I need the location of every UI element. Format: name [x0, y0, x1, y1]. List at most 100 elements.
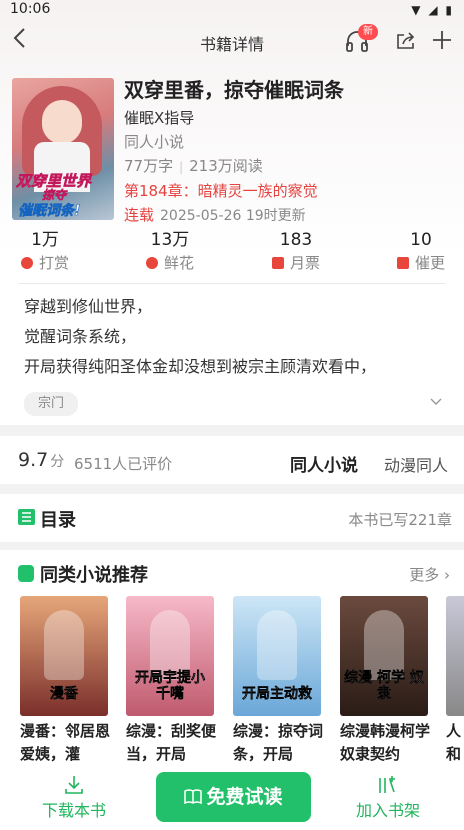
recommendation-section: 同类小说推荐 更多 › 漫香 漫番：邻居恩爱姨，灌 开局宇提小千嘴 综漫：刮奖便…	[0, 550, 464, 770]
cover-title-3: 催眠词条!	[18, 203, 81, 220]
recommended-book[interactable]: 人和	[446, 596, 464, 766]
rating-count[interactable]: 6511人已评价	[74, 453, 172, 474]
tag-chip[interactable]: 宗门	[24, 392, 79, 416]
book-genre: 同人小说	[124, 133, 185, 151]
book-cover-thumb: 开局宇提小千嘴	[126, 596, 214, 716]
cover-text: 综漫 柯学 奴隶	[344, 670, 424, 702]
toc-label: 目录	[40, 510, 76, 531]
serial-status: 连载	[124, 206, 155, 224]
metric-urge[interactable]: 10 催更	[366, 228, 464, 274]
book-cover-thumb: 开局主动救	[233, 596, 321, 716]
update-status: 连载 2025-05-26 19时更新	[124, 205, 454, 226]
recommended-book[interactable]: 综漫 柯学 奴隶 综漫韩漫柯学奴隶契约	[340, 596, 430, 766]
more-link[interactable]: 更多 ›	[409, 564, 450, 585]
rating-bar: 9.7 分 6511人已评价 同人小说 动漫同人	[0, 436, 464, 484]
signal-icon: ◢	[428, 3, 440, 17]
recommended-book[interactable]: 开局主动救 综漫：掠夺词条，开局	[233, 596, 323, 766]
free-read-button[interactable]: 免费试读	[156, 772, 311, 822]
table-of-contents-row[interactable]: 目录 本书已写221章	[0, 494, 464, 542]
word-count: 77万字	[124, 157, 174, 175]
latest-chapter[interactable]: 第184章：暗精灵一族的察觉	[124, 181, 454, 201]
download-button[interactable]: 下载本书	[34, 774, 114, 822]
synopsis[interactable]: 穿越到修仙世界， 觉醒词条系统， 开局获得纯阳圣体金却没想到被宗主顾清欢看中，	[24, 292, 444, 382]
metric-value: 1万	[31, 230, 59, 250]
bookshelf-icon	[379, 776, 395, 793]
status-icons: ▼ ◢ ▮	[411, 3, 454, 17]
category-tag-primary[interactable]: 同人小说	[290, 451, 358, 476]
book-info: 双穿里番，掠夺催眠词条 催眠X指导 同人小说 77万字 | 213万阅读 第184章…	[124, 76, 454, 226]
metric-flower[interactable]: 13万 鲜花	[115, 228, 225, 274]
plus-icon	[433, 31, 451, 49]
add-to-shelf-button[interactable]: 加入书架	[348, 774, 428, 822]
book-title: 漫番：邻居恩爱姨，灌	[20, 722, 110, 763]
book-cover[interactable]: 双穿里世界 掠夺 催眠词条!	[12, 78, 114, 220]
update-time: 2025-05-26 19时更新	[160, 208, 306, 224]
divider	[18, 283, 446, 284]
free-read-content: 免费试读	[184, 786, 283, 808]
download-icon	[65, 776, 83, 794]
synopsis-line: 觉醒词条系统，	[24, 327, 137, 346]
recommend-icon	[18, 565, 34, 582]
chevron-down-icon	[430, 398, 442, 405]
nav-bar: 书籍详情 新	[0, 24, 464, 60]
download-label: 下载本书	[41, 801, 106, 820]
share-icon	[397, 32, 415, 49]
score-value: 9.7	[18, 449, 49, 471]
cover-figure	[44, 610, 84, 680]
status-time: 10:06	[10, 1, 51, 17]
page-title: 书籍详情	[199, 35, 264, 54]
metric-value: 13万	[150, 230, 190, 250]
book-title: 综漫：掠夺词条，开局	[233, 722, 323, 763]
recommended-book[interactable]: 开局宇提小千嘴 综漫：刮奖便当，开局	[126, 596, 216, 766]
more-label: 更多	[409, 566, 440, 584]
read-count: 213万阅读	[189, 157, 263, 175]
shelf-label: 加入书架	[355, 801, 420, 820]
cover-text: 开局宇提小千嘴	[135, 670, 205, 702]
bottom-action-bar: 下载本书 免费试读 加入书架	[0, 770, 464, 830]
stats-divider: |	[179, 160, 184, 174]
tip-icon	[20, 257, 33, 269]
book-title: 综漫韩漫柯学奴隶契约	[340, 722, 430, 763]
metric-label: 催更	[414, 254, 445, 272]
cover-text: 漫香	[50, 686, 78, 702]
share-button[interactable]	[396, 32, 416, 50]
metric-label: 打赏	[38, 254, 69, 272]
recommend-label: 同类小说推荐	[40, 565, 148, 586]
book-author[interactable]: 催眠X指导	[124, 108, 454, 128]
book-title: 综漫：刮奖便当，开局	[126, 722, 216, 763]
cover-figure	[257, 610, 297, 680]
book-title: 人和	[446, 722, 462, 763]
status-bar: 10:06 ▼ ◢ ▮	[0, 0, 464, 22]
synopsis-line: 穿越到修仙世界，	[24, 297, 153, 316]
urge-icon	[396, 257, 409, 269]
flower-icon	[145, 257, 158, 269]
book-stats: 77万字 | 213万阅读	[124, 156, 454, 177]
metric-value: 10	[410, 230, 432, 250]
synopsis-line: 开局获得纯阳圣体金却没想到被宗主顾清欢看中，	[24, 357, 377, 376]
wifi-icon: ▼	[411, 3, 423, 17]
category-tag-secondary[interactable]: 动漫同人	[384, 452, 448, 476]
add-button[interactable]	[432, 24, 452, 56]
recommended-book[interactable]: 漫香 漫番：邻居恩爱姨，灌	[20, 596, 110, 766]
metric-label: 月票	[289, 254, 320, 272]
book-cover-thumb: 综漫 柯学 奴隶	[340, 596, 428, 716]
chevron-right-icon: ›	[444, 566, 450, 584]
book-title: 双穿里番，掠夺催眠词条	[124, 78, 344, 102]
metrics-row: 1万 打赏 13万 鲜花 183 月票 10 催更	[0, 228, 464, 280]
ticket-icon	[271, 257, 284, 269]
book-open-icon	[184, 789, 203, 805]
chapter-count: 本书已写221章	[348, 511, 452, 529]
cover-text: 开局主动救	[242, 686, 312, 702]
score-unit: 分	[50, 454, 65, 470]
free-read-label: 免费试读	[206, 786, 283, 808]
metric-monthly-ticket[interactable]: 183 月票	[241, 228, 351, 274]
expand-button[interactable]	[430, 394, 442, 410]
cover-figure-face	[42, 100, 82, 144]
book-cover-thumb: 漫香	[20, 596, 108, 716]
book-cover-thumb	[446, 596, 464, 716]
metric-tip[interactable]: 1万 打赏	[0, 228, 100, 274]
new-badge: 新	[358, 24, 378, 40]
metric-label: 鲜花	[163, 254, 194, 272]
list-icon	[18, 509, 35, 525]
rating-score: 9.7 分	[18, 449, 64, 471]
